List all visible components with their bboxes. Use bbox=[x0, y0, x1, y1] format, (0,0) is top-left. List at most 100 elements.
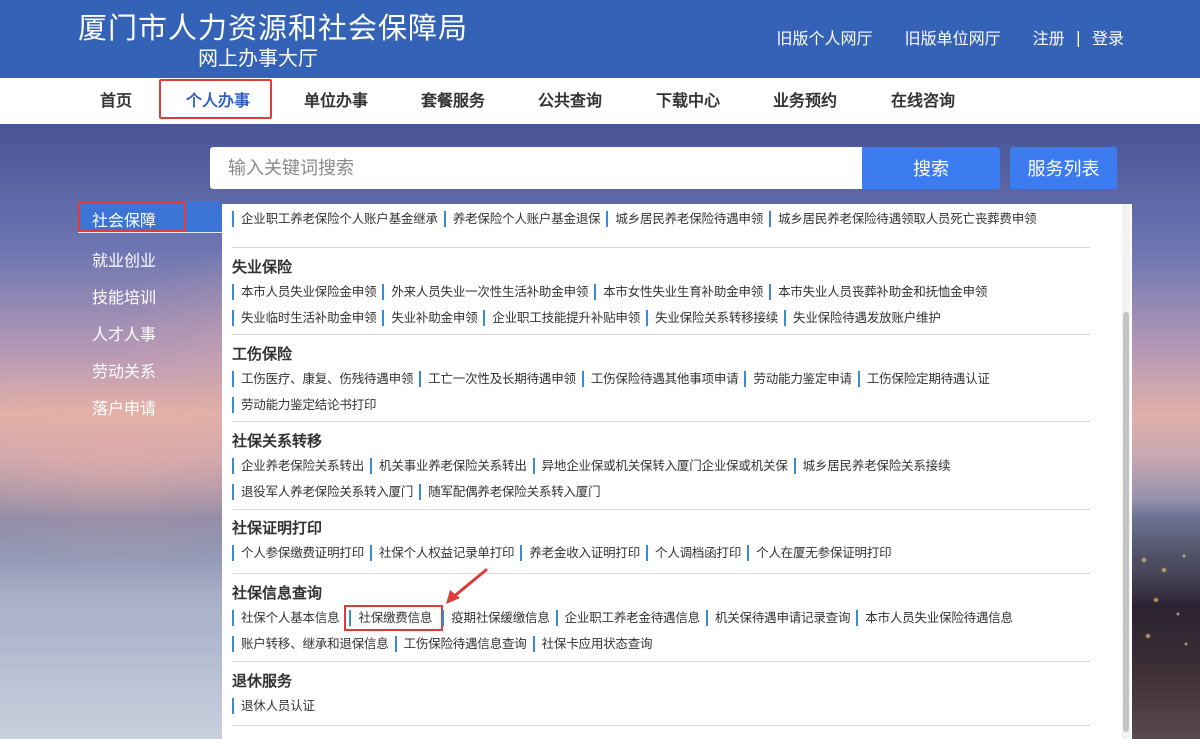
service-item[interactable]: 劳动能力鉴定结论书打印 bbox=[232, 397, 382, 413]
section-divider bbox=[232, 247, 1090, 248]
service-item[interactable]: 企业职工养老保险个人账户基金继承 bbox=[232, 211, 444, 227]
service-item[interactable]: 机关保待遇申请记录查询 bbox=[705, 610, 856, 626]
service-item[interactable]: 本市人员失业保险待遇信息 bbox=[856, 610, 1019, 626]
service-item[interactable]: 劳动能力鉴定申请 bbox=[744, 371, 857, 387]
service-item[interactable]: 个人调档函打印 bbox=[646, 545, 747, 561]
nav-public-query[interactable]: 公共查询 bbox=[538, 78, 602, 124]
section-work-injury: 工伤保险 工伤医疗、康复、伤残待遇申领 工亡一次性及长期待遇申领 工伤保险待遇其… bbox=[232, 344, 1090, 416]
nav-home[interactable]: 首页 bbox=[100, 78, 132, 124]
service-item-payment-info[interactable]: 社保缴费信息 bbox=[344, 605, 444, 631]
service-item[interactable]: 城乡居民养老保险待遇申领 bbox=[606, 211, 769, 227]
service-item[interactable]: 失业保险关系转移接续 bbox=[646, 310, 784, 326]
sidebar-item-household[interactable]: 落户申请 bbox=[92, 395, 156, 419]
service-row: 企业职工养老保险个人账户基金继承 养老保险个人账户基金退保 城乡居民养老保险待遇… bbox=[232, 208, 1090, 230]
service-item[interactable]: 工伤医疗、康复、伤残待遇申领 bbox=[232, 371, 419, 387]
service-item[interactable]: 城乡居民养老保险关系接续 bbox=[793, 458, 957, 474]
service-item[interactable]: 养老金收入证明打印 bbox=[520, 545, 646, 561]
service-item[interactable]: 失业临时生活补助金申领 bbox=[232, 310, 382, 326]
nav-unit[interactable]: 单位办事 bbox=[304, 78, 368, 124]
section-divider bbox=[232, 573, 1090, 574]
service-item[interactable]: 工伤保险待遇其他事项申请 bbox=[581, 371, 745, 387]
sidebar-divider bbox=[78, 232, 222, 233]
search-button[interactable]: 搜索 bbox=[862, 147, 1000, 189]
sidebar-item-talent-hr[interactable]: 人才人事 bbox=[92, 321, 156, 345]
section-title: 社保关系转移 bbox=[232, 432, 323, 450]
service-item[interactable]: 个人在厦无参保证明打印 bbox=[747, 545, 897, 561]
nav-appointment[interactable]: 业务预约 bbox=[773, 78, 837, 124]
service-row: 账户转移、继承和退保信息 工伤保险待遇信息查询 社保卡应用状态查询 bbox=[232, 633, 1090, 655]
scrollbar[interactable] bbox=[1122, 204, 1130, 739]
service-item[interactable]: 账户转移、继承和退保信息 bbox=[232, 636, 395, 652]
service-row: 本市人员失业保险金申领 外来人员失业一次性生活补助金申领 本市女性失业生育补助金… bbox=[232, 281, 1090, 303]
section-divider bbox=[232, 661, 1090, 662]
service-item[interactable]: 本市人员失业保险金申领 bbox=[232, 284, 382, 300]
register-link[interactable]: 注册 bbox=[1033, 25, 1065, 49]
service-item[interactable]: 退役军人养老保险关系转入厦门 bbox=[232, 484, 419, 500]
service-item[interactable]: 疫期社保缓缴信息 bbox=[442, 610, 555, 626]
service-item[interactable]: 社保卡应用状态查询 bbox=[532, 636, 659, 652]
service-item[interactable]: 企业职工养老金待遇信息 bbox=[555, 610, 706, 626]
section-title: 失业保险 bbox=[232, 258, 293, 276]
sidebar-item-labor-relations[interactable]: 劳动关系 bbox=[92, 358, 156, 382]
nav-downloads[interactable]: 下载中心 bbox=[656, 78, 720, 124]
old-personal-hall-link[interactable]: 旧版个人网厅 bbox=[777, 25, 873, 49]
service-item[interactable]: 失业补助金申领 bbox=[382, 310, 483, 326]
service-item[interactable]: 机关事业养老保险关系转出 bbox=[370, 458, 533, 474]
service-item[interactable]: 外来人员失业一次性生活补助金申领 bbox=[382, 284, 594, 300]
service-item[interactable]: 企业职工技能提升补贴申领 bbox=[483, 310, 646, 326]
service-item[interactable]: 退休人员认证 bbox=[232, 698, 321, 714]
old-unit-hall-link[interactable]: 旧版单位网厅 bbox=[905, 25, 1001, 49]
service-item[interactable]: 工伤保险待遇信息查询 bbox=[394, 636, 533, 652]
service-row: 退役军人养老保险关系转入厦门 随军配偶养老保险关系转入厦门 bbox=[232, 481, 1090, 503]
header-separator: | bbox=[1075, 27, 1081, 47]
red-arrow-icon bbox=[446, 568, 488, 604]
header-links: 旧版个人网厅 旧版单位网厅 注册 | 登录 bbox=[777, 24, 1124, 50]
nav-consult[interactable]: 在线咨询 bbox=[891, 78, 955, 124]
section-info-query: 社保信息查询 社保个人基本信息 社保缴费信息 疫期社保缓缴信息 企业职工养老金待… bbox=[232, 583, 1090, 655]
service-row: 失业临时生活补助金申领 失业补助金申领 企业职工技能提升补贴申领 失业保险关系转… bbox=[232, 307, 1090, 329]
service-item[interactable]: 城乡居民养老保险待遇领取人员死亡丧葬费申领 bbox=[769, 211, 1042, 227]
service-row: 退休人员认证 bbox=[232, 695, 1090, 717]
service-item[interactable]: 本市女性失业生育补助金申领 bbox=[594, 284, 769, 300]
service-row: 企业养老保险关系转出 机关事业养老保险关系转出 异地企业保或机关保转入厦门企业保… bbox=[232, 455, 1090, 477]
sidebar-item-employment[interactable]: 就业创业 bbox=[92, 247, 156, 271]
service-row: 工伤医疗、康复、伤残待遇申领 工亡一次性及长期待遇申领 工伤保险待遇其他事项申请… bbox=[232, 368, 1090, 390]
service-item[interactable]: 工亡一次性及长期待遇申领 bbox=[419, 371, 582, 387]
header: 厦门市人力资源和社会保障局 网上办事大厅 旧版个人网厅 旧版单位网厅 注册 | … bbox=[0, 0, 1200, 78]
site-title: 厦门市人力资源和社会保障局 bbox=[78, 11, 469, 45]
service-row: 劳动能力鉴定结论书打印 bbox=[232, 394, 1090, 416]
service-item[interactable]: 社保个人权益记录单打印 bbox=[370, 545, 520, 561]
service-row: 个人参保缴费证明打印 社保个人权益记录单打印 养老金收入证明打印 个人调档函打印… bbox=[232, 542, 1090, 564]
service-item[interactable]: 异地企业保或机关保转入厦门企业保或机关保 bbox=[532, 458, 794, 474]
sidebar: 社会保障 就业创业 技能培训 人才人事 劳动关系 落户申请 bbox=[78, 202, 222, 739]
service-item[interactable]: 工伤保险定期待遇认证 bbox=[857, 371, 996, 387]
service-item[interactable]: 本市失业人员丧葬补助金和抚恤金申领 bbox=[769, 284, 993, 300]
service-item[interactable]: 随军配偶养老保险关系转入厦门 bbox=[419, 484, 606, 500]
site-subtitle: 网上办事大厅 bbox=[198, 46, 318, 70]
search-input[interactable] bbox=[210, 147, 862, 189]
service-item[interactable]: 失业保险待遇发放账户维护 bbox=[784, 310, 947, 326]
service-item[interactable]: 企业养老保险关系转出 bbox=[232, 458, 370, 474]
service-item[interactable]: 养老保险个人账户基金退保 bbox=[443, 211, 607, 227]
section-divider bbox=[232, 725, 1090, 726]
nav-packages[interactable]: 套餐服务 bbox=[421, 78, 485, 124]
sidebar-item-skills-training[interactable]: 技能培训 bbox=[92, 284, 156, 308]
section-title: 退休服务 bbox=[232, 672, 293, 690]
login-link[interactable]: 登录 bbox=[1092, 25, 1124, 49]
section-divider bbox=[232, 421, 1090, 422]
service-item[interactable]: 个人参保缴费证明打印 bbox=[232, 545, 370, 561]
background-town bbox=[1128, 500, 1200, 739]
service-list-button[interactable]: 服务列表 bbox=[1010, 147, 1117, 189]
scrollbar-thumb[interactable] bbox=[1123, 312, 1129, 732]
nav-highlight-box bbox=[159, 79, 272, 119]
section-title: 社保信息查询 bbox=[232, 584, 323, 602]
service-row: 社保个人基本信息 社保缴费信息 疫期社保缓缴信息 企业职工养老金待遇信息 机关保… bbox=[232, 605, 1090, 631]
background-lights bbox=[1134, 540, 1194, 660]
service-item[interactable]: 社保个人基本信息 bbox=[232, 610, 345, 626]
section-unemployment: 失业保险 本市人员失业保险金申领 外来人员失业一次性生活补助金申领 本市女性失业… bbox=[232, 257, 1090, 329]
section-certificate: 社保证明打印 个人参保缴费证明打印 社保个人权益记录单打印 养老金收入证明打印 … bbox=[232, 518, 1090, 564]
service-panel: 企业职工养老保险个人账户基金继承 养老保险个人账户基金退保 城乡居民养老保险待遇… bbox=[222, 204, 1132, 739]
sidebar-highlight-box bbox=[78, 202, 186, 232]
section-divider bbox=[232, 334, 1090, 335]
section-pension-partial: 企业职工养老保险个人账户基金继承 养老保险个人账户基金退保 城乡居民养老保险待遇… bbox=[232, 204, 1090, 230]
